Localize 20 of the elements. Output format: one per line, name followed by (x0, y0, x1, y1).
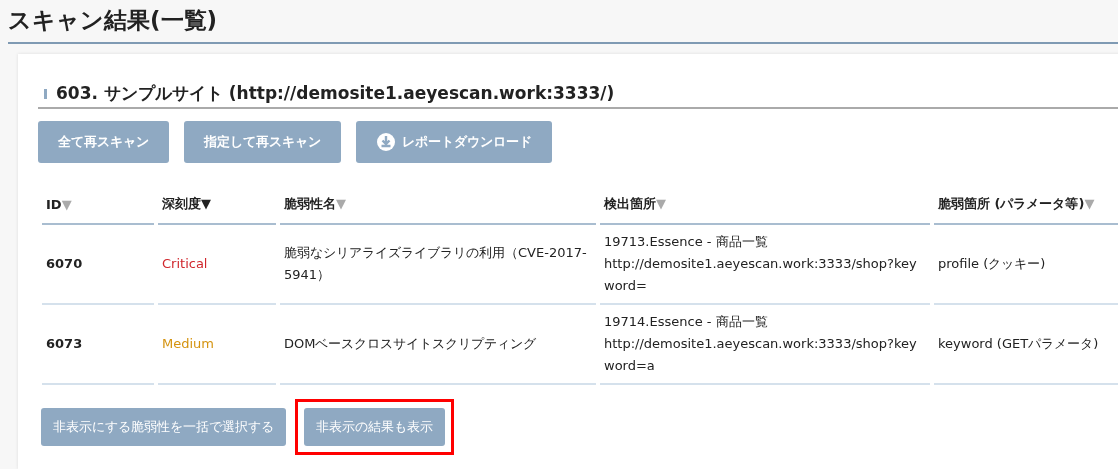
column-header[interactable]: 深刻度▼ (162, 196, 211, 211)
location-title: 19714.Essence - 商品一覧 (604, 313, 769, 331)
column-header[interactable]: 脆弱性名▼ (284, 196, 346, 211)
vulnerability-name: 脆弱なシリアライズライブラリの利用（CVE-2017-5941） (284, 245, 587, 282)
site-heading: 603. サンプルサイト (http://demosite1.aeyescan.work:3333/) (38, 82, 1118, 109)
id-cell: 6070 (46, 256, 83, 271)
download-icon (376, 132, 396, 152)
vulnerability-name: DOMベースクロスサイトスクリプティング (284, 336, 537, 351)
location-title: 19713.Essence - 商品一覧 (604, 233, 769, 251)
severity-label: Medium (162, 336, 214, 351)
column-header[interactable]: 脆弱箇所 (パラメータ等)▼ (938, 196, 1095, 211)
column-header[interactable]: 検出箇所▼ (604, 196, 666, 211)
page-title: スキャン結果(一覧) (8, 0, 1118, 44)
parameter-cell: keyword (GETパラメータ) (938, 336, 1099, 351)
severity-label: Critical (162, 256, 208, 271)
location-url: http://demosite1.aeyescan.work:3333/shop?keyword=a (604, 335, 918, 375)
parameter-cell: profile (クッキー) (938, 256, 1046, 271)
column-header[interactable]: ID▼ (46, 196, 72, 212)
id-cell: 6073 (46, 336, 83, 351)
location-url: http://demosite1.aeyescan.work:3333/shop?keyword= (604, 255, 918, 295)
